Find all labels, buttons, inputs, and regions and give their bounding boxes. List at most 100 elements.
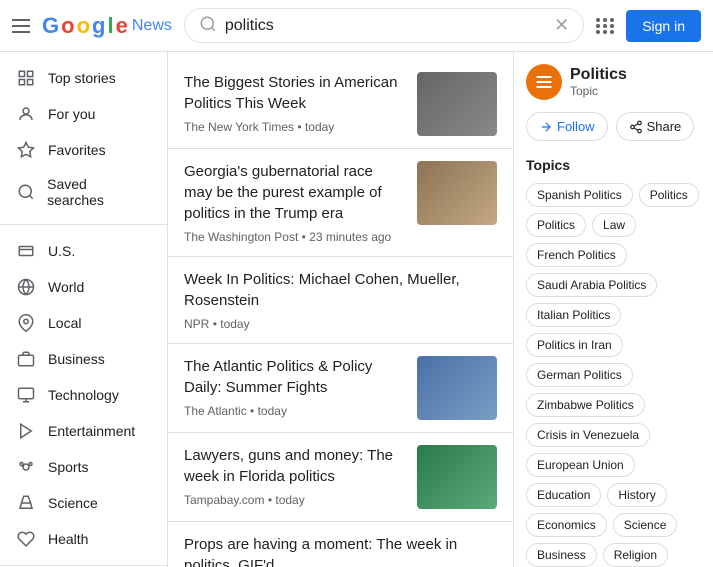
- article-meta-1: The New York Times • today: [184, 120, 405, 134]
- header-right: Sign in: [596, 10, 701, 42]
- article-card-1[interactable]: The Biggest Stories in American Politics…: [168, 60, 513, 149]
- article-text-2: Georgia's gubernatorial race may be the …: [184, 161, 405, 244]
- sidebar-label-entertainment: Entertainment: [48, 423, 135, 439]
- sidebar-label-local: Local: [48, 315, 81, 331]
- sidebar-item-us[interactable]: U.S.: [0, 233, 159, 269]
- topic-chip-saudi-politics[interactable]: Saudi Arabia Politics: [526, 273, 657, 297]
- follow-label: Follow: [557, 119, 595, 134]
- sports-icon: [16, 457, 36, 477]
- sidebar-item-sports[interactable]: Sports: [0, 449, 159, 485]
- sidebar-label-sports: Sports: [48, 459, 88, 475]
- article-meta-4: The Atlantic • today: [184, 404, 405, 418]
- logo-o2: o: [77, 13, 90, 39]
- sidebar-label-saved-searches: Saved searches: [47, 176, 143, 208]
- article-time-5: today: [275, 493, 304, 507]
- google-logo: GoogleNews: [42, 13, 172, 39]
- article-dot-1: •: [297, 120, 305, 134]
- sidebar-item-technology[interactable]: Technology: [0, 377, 159, 413]
- technology-icon: [16, 385, 36, 405]
- top-stories-icon: [16, 68, 36, 88]
- sidebar-item-favorites[interactable]: Favorites: [0, 132, 159, 168]
- topic-chip-religion[interactable]: Religion: [603, 543, 668, 567]
- for-you-icon: [16, 104, 36, 124]
- local-icon: [16, 313, 36, 333]
- topic-chip-french-politics[interactable]: French Politics: [526, 243, 627, 267]
- article-meta-2: The Washington Post • 23 minutes ago: [184, 230, 405, 244]
- article-source-2: The Washington Post: [184, 230, 298, 244]
- article-image-2: [417, 161, 497, 225]
- sidebar-item-world[interactable]: World: [0, 269, 159, 305]
- topic-chip-education[interactable]: Education: [526, 483, 601, 507]
- article-card-3[interactable]: Week In Politics: Michael Cohen, Mueller…: [168, 257, 513, 344]
- article-text-4: The Atlantic Politics & Policy Daily: Su…: [184, 356, 405, 420]
- science-icon: [16, 493, 36, 513]
- business-icon: [16, 349, 36, 369]
- article-text-5: Lawyers, guns and money: The week in Flo…: [184, 445, 405, 509]
- topic-chip-politics-iran[interactable]: Politics in Iran: [526, 333, 623, 357]
- search-icon: [199, 15, 217, 36]
- topic-chip-politics-2[interactable]: Politics: [526, 213, 586, 237]
- article-image-5: [417, 445, 497, 509]
- topic-chip-economics[interactable]: Economics: [526, 513, 607, 537]
- article-meta-3: NPR • today: [184, 317, 497, 331]
- sidebar-label-health: Health: [48, 531, 88, 547]
- article-time-2: 23 minutes ago: [309, 230, 391, 244]
- share-button[interactable]: Share: [616, 112, 695, 141]
- article-source-3: NPR: [184, 317, 209, 331]
- sidebar-item-science[interactable]: Science: [0, 485, 159, 521]
- article-time-1: today: [305, 120, 334, 134]
- sidebar-item-local[interactable]: Local: [0, 305, 159, 341]
- sidebar-divider: [0, 224, 167, 225]
- apps-icon[interactable]: [596, 18, 614, 34]
- search-input[interactable]: [225, 17, 554, 35]
- logo-o1: o: [61, 13, 74, 39]
- topic-chip-law[interactable]: Law: [592, 213, 636, 237]
- topic-chip-european-union[interactable]: European Union: [526, 453, 635, 477]
- politics-header: Politics Topic: [526, 64, 701, 100]
- article-text-3: Week In Politics: Michael Cohen, Mueller…: [184, 269, 497, 331]
- sidebar: Top stories For you Favorites Saved sear…: [0, 52, 168, 567]
- article-card-6[interactable]: Props are having a moment: The week in p…: [168, 522, 513, 567]
- topics-section: Topics Spanish Politics Politics Politic…: [526, 157, 701, 567]
- article-card-5[interactable]: Lawyers, guns and money: The week in Flo…: [168, 433, 513, 522]
- topic-chip-politics[interactable]: Politics: [639, 183, 699, 207]
- action-buttons: Follow Share: [526, 112, 701, 141]
- topics-list: Spanish Politics Politics Politics Law F…: [526, 183, 701, 567]
- logo-l: l: [107, 13, 113, 39]
- us-icon: [16, 241, 36, 261]
- topics-section-title: Topics: [526, 157, 701, 173]
- sidebar-item-business[interactable]: Business: [0, 341, 159, 377]
- topic-chip-business[interactable]: Business: [526, 543, 597, 567]
- topic-chip-italian-politics[interactable]: Italian Politics: [526, 303, 621, 327]
- sidebar-label-for-you: For you: [48, 106, 95, 122]
- clear-icon[interactable]: ✕: [554, 15, 569, 36]
- favorites-icon: [16, 140, 36, 160]
- article-card-4[interactable]: The Atlantic Politics & Policy Daily: Su…: [168, 344, 513, 433]
- article-text-1: The Biggest Stories in American Politics…: [184, 72, 405, 136]
- follow-button[interactable]: Follow: [526, 112, 608, 141]
- topic-chip-history[interactable]: History: [607, 483, 666, 507]
- menu-icon[interactable]: [12, 19, 30, 33]
- sidebar-label-top-stories: Top stories: [48, 70, 116, 86]
- sidebar-item-health[interactable]: Health: [0, 521, 159, 557]
- header: GoogleNews ✕ Sign in: [0, 0, 713, 52]
- world-icon: [16, 277, 36, 297]
- topic-chip-science[interactable]: Science: [613, 513, 678, 537]
- article-card-2[interactable]: Georgia's gubernatorial race may be the …: [168, 149, 513, 257]
- sidebar-item-top-stories[interactable]: Top stories: [0, 60, 159, 96]
- right-panel: Politics Topic Follow Share Topics Spani…: [513, 52, 713, 567]
- sidebar-item-entertainment[interactable]: Entertainment: [0, 413, 159, 449]
- topic-chip-german-politics[interactable]: German Politics: [526, 363, 633, 387]
- topic-chip-crisis-venezuela[interactable]: Crisis in Venezuela: [526, 423, 650, 447]
- main-layout: Top stories For you Favorites Saved sear…: [0, 52, 713, 567]
- article-title-6: Props are having a moment: The week in p…: [184, 534, 497, 567]
- signin-button[interactable]: Sign in: [626, 10, 701, 42]
- article-image-4: [417, 356, 497, 420]
- article-title-2: Georgia's gubernatorial race may be the …: [184, 161, 405, 224]
- topic-chip-zimbabwe-politics[interactable]: Zimbabwe Politics: [526, 393, 645, 417]
- sidebar-item-for-you[interactable]: For you: [0, 96, 159, 132]
- sidebar-item-saved-searches[interactable]: Saved searches: [0, 168, 159, 216]
- article-source-1: The New York Times: [184, 120, 294, 134]
- sidebar-label-favorites: Favorites: [48, 142, 106, 158]
- topic-chip-spanish-politics[interactable]: Spanish Politics: [526, 183, 633, 207]
